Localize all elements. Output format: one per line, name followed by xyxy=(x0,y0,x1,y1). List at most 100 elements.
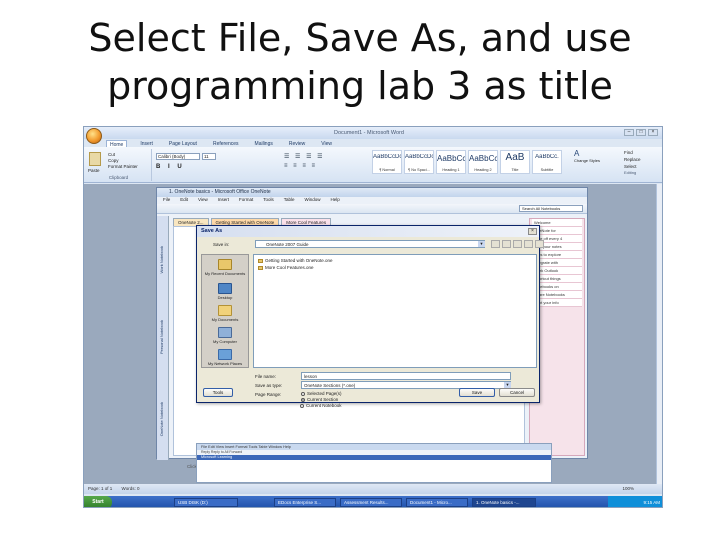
up-folder-icon[interactable] xyxy=(502,240,511,248)
slide-title-line-1: Select File, Save As, and use xyxy=(88,16,632,60)
close-icon[interactable]: × xyxy=(648,129,658,136)
editing-label: Editing xyxy=(624,170,637,175)
system-tray: 9:15 AM xyxy=(608,496,662,507)
menu-view[interactable]: View xyxy=(198,197,208,204)
cancel-button[interactable]: Cancel xyxy=(499,388,535,397)
place-my-documents[interactable]: My Documents xyxy=(202,305,248,322)
alignment-buttons[interactable]: ≡ ≡ ≡ ≡ xyxy=(284,163,364,169)
clipboard-group: Paste Cut Copy Format Painter Clipboard xyxy=(86,149,152,181)
find-button[interactable]: Find xyxy=(624,150,662,155)
task-edocs[interactable]: EDocs Enterprise S... xyxy=(274,498,336,507)
range-current-notebook[interactable]: Current Notebook xyxy=(300,403,342,408)
notebook-onenote[interactable]: OneNote Notebook xyxy=(159,402,167,436)
range-selected-pages[interactable]: Selected Page(s) xyxy=(301,391,342,396)
page-count: Page: 1 of 1 xyxy=(88,486,113,491)
replace-button[interactable]: Replace xyxy=(624,157,662,162)
taskbar: Start USB DISK (D:) EDocs Enterprise S..… xyxy=(84,496,662,507)
task-usb-disk[interactable]: USB DISK (D:) xyxy=(174,498,238,507)
word-scrollbar[interactable] xyxy=(656,184,662,484)
notebook-personal[interactable]: Personal Notebook xyxy=(159,320,167,354)
font-format-buttons[interactable]: B I U xyxy=(156,164,185,170)
notebook-work[interactable]: Work Notebook xyxy=(159,246,167,274)
zoom-level[interactable]: 100% xyxy=(622,484,634,494)
task-assessment[interactable]: Assessment Results... xyxy=(340,498,402,507)
editing-group: Find Replace Select Editing xyxy=(624,150,662,180)
cut-button[interactable]: Cut xyxy=(108,152,115,157)
menu-file[interactable]: File xyxy=(163,197,170,204)
ribbon: Paste Cut Copy Format Painter Clipboard … xyxy=(84,147,662,183)
style-heading-1[interactable]: AaBbCc Heading 1 xyxy=(436,150,466,174)
font-name-box[interactable]: Calibri (Body) xyxy=(156,153,200,160)
place-my-computer[interactable]: My Computer xyxy=(202,327,248,344)
style-subtitle[interactable]: AaBbCc. Subtitle xyxy=(532,150,562,174)
start-button[interactable]: Start xyxy=(84,496,112,507)
file-list: Getting Started with OneNote.one More Co… xyxy=(253,254,537,368)
menu-tools[interactable]: Tools xyxy=(263,197,274,204)
radio-icon xyxy=(300,403,304,408)
clock: 9:15 AM xyxy=(643,500,660,505)
slide-title: Select File, Save As, and use programmin… xyxy=(0,14,720,110)
screenshot-frame: Document1 - Microsoft Word – □ × Home In… xyxy=(83,126,663,508)
task-word-document[interactable]: Document1 - Micro... xyxy=(406,498,468,507)
minimize-icon[interactable]: – xyxy=(624,129,634,136)
menu-format[interactable]: Format xyxy=(239,197,253,204)
desktop-icon xyxy=(218,283,232,294)
dialog-toolbar xyxy=(491,240,544,248)
menu-window[interactable]: Window xyxy=(305,197,321,204)
select-button[interactable]: Select xyxy=(624,164,662,169)
paste-icon[interactable] xyxy=(89,152,101,166)
onenote-title: 1. OneNote basics - Microsoft Office One… xyxy=(157,188,587,197)
save-as-dialog: Save As × Save in: OneNote 2007 Guide ▼ … xyxy=(196,225,544,403)
list-item[interactable]: Getting Started with OneNote.one xyxy=(258,258,333,263)
background-window-link[interactable]: Microsoft Learning xyxy=(197,455,551,460)
paragraph-group: ☰ ☰ ☰ ☰ ≡ ≡ ≡ ≡ xyxy=(284,153,364,173)
maximize-icon[interactable]: □ xyxy=(636,129,646,136)
place-recent-documents[interactable]: My Recent Documents xyxy=(202,259,248,276)
section-file-icon xyxy=(258,265,263,270)
delete-icon[interactable] xyxy=(513,240,522,248)
save-in-dropdown[interactable]: OneNote 2007 Guide xyxy=(255,240,485,248)
network-places-icon xyxy=(218,349,232,360)
views-icon[interactable] xyxy=(535,240,544,248)
styles-gallery: AaBbCcDc ¶ Normal AaBbCcDc ¶ No Spaci... A… xyxy=(372,150,562,174)
font-size-box[interactable]: 11 xyxy=(202,153,216,160)
task-onenote[interactable]: 1. OneNote basics -... xyxy=(472,498,536,507)
paste-button[interactable]: Paste xyxy=(88,168,100,173)
chevron-down-icon[interactable]: ▼ xyxy=(478,241,485,247)
style-no-spacing[interactable]: AaBbCcDc ¶ No Spaci... xyxy=(404,150,434,174)
list-item[interactable]: More Cool Features.one xyxy=(258,265,314,270)
change-styles-button[interactable]: Change Styles xyxy=(574,158,624,163)
menu-help[interactable]: Help xyxy=(331,197,340,204)
place-network-places[interactable]: My Network Places xyxy=(202,349,248,366)
new-folder-icon[interactable] xyxy=(524,240,533,248)
save-button[interactable]: Save xyxy=(459,388,495,397)
clipboard-label: Clipboard xyxy=(108,175,129,180)
style-heading-2[interactable]: AaBbCc Heading 2 xyxy=(468,150,498,174)
dialog-close-icon[interactable]: × xyxy=(528,228,537,235)
radio-icon xyxy=(301,391,305,396)
style-title[interactable]: AaB Title xyxy=(500,150,530,174)
tools-button[interactable]: Tools xyxy=(203,388,233,397)
menu-insert[interactable]: Insert xyxy=(218,197,229,204)
file-name-input[interactable]: lesson xyxy=(301,372,511,380)
save-as-title: Save As xyxy=(197,226,539,237)
section-file-icon xyxy=(258,258,263,263)
save-type-label: Save as type: xyxy=(255,383,283,388)
range-current-section[interactable]: Current Section xyxy=(301,397,338,402)
change-styles-icon[interactable]: A xyxy=(574,149,624,158)
radio-selected-icon xyxy=(301,397,305,402)
place-desktop[interactable]: Desktop xyxy=(202,283,248,300)
paragraph-buttons[interactable]: ☰ ☰ ☰ ☰ xyxy=(284,153,364,160)
office-button[interactable] xyxy=(86,128,102,144)
menu-edit[interactable]: Edit xyxy=(180,197,188,204)
menu-table[interactable]: Table xyxy=(284,197,295,204)
word-status-bar: Page: 1 of 1 Words: 0 100% xyxy=(84,484,662,494)
copy-button[interactable]: Copy xyxy=(108,158,119,163)
back-icon[interactable] xyxy=(491,240,500,248)
search-input[interactable]: Search All Notebooks xyxy=(519,205,583,212)
my-documents-icon xyxy=(218,305,232,316)
style-normal[interactable]: AaBbCcDc ¶ Normal xyxy=(372,150,402,174)
word-count: Words: 0 xyxy=(121,486,140,491)
format-painter-button[interactable]: Format Painter xyxy=(108,164,138,169)
word-window-title: Document1 - Microsoft Word xyxy=(334,130,404,136)
